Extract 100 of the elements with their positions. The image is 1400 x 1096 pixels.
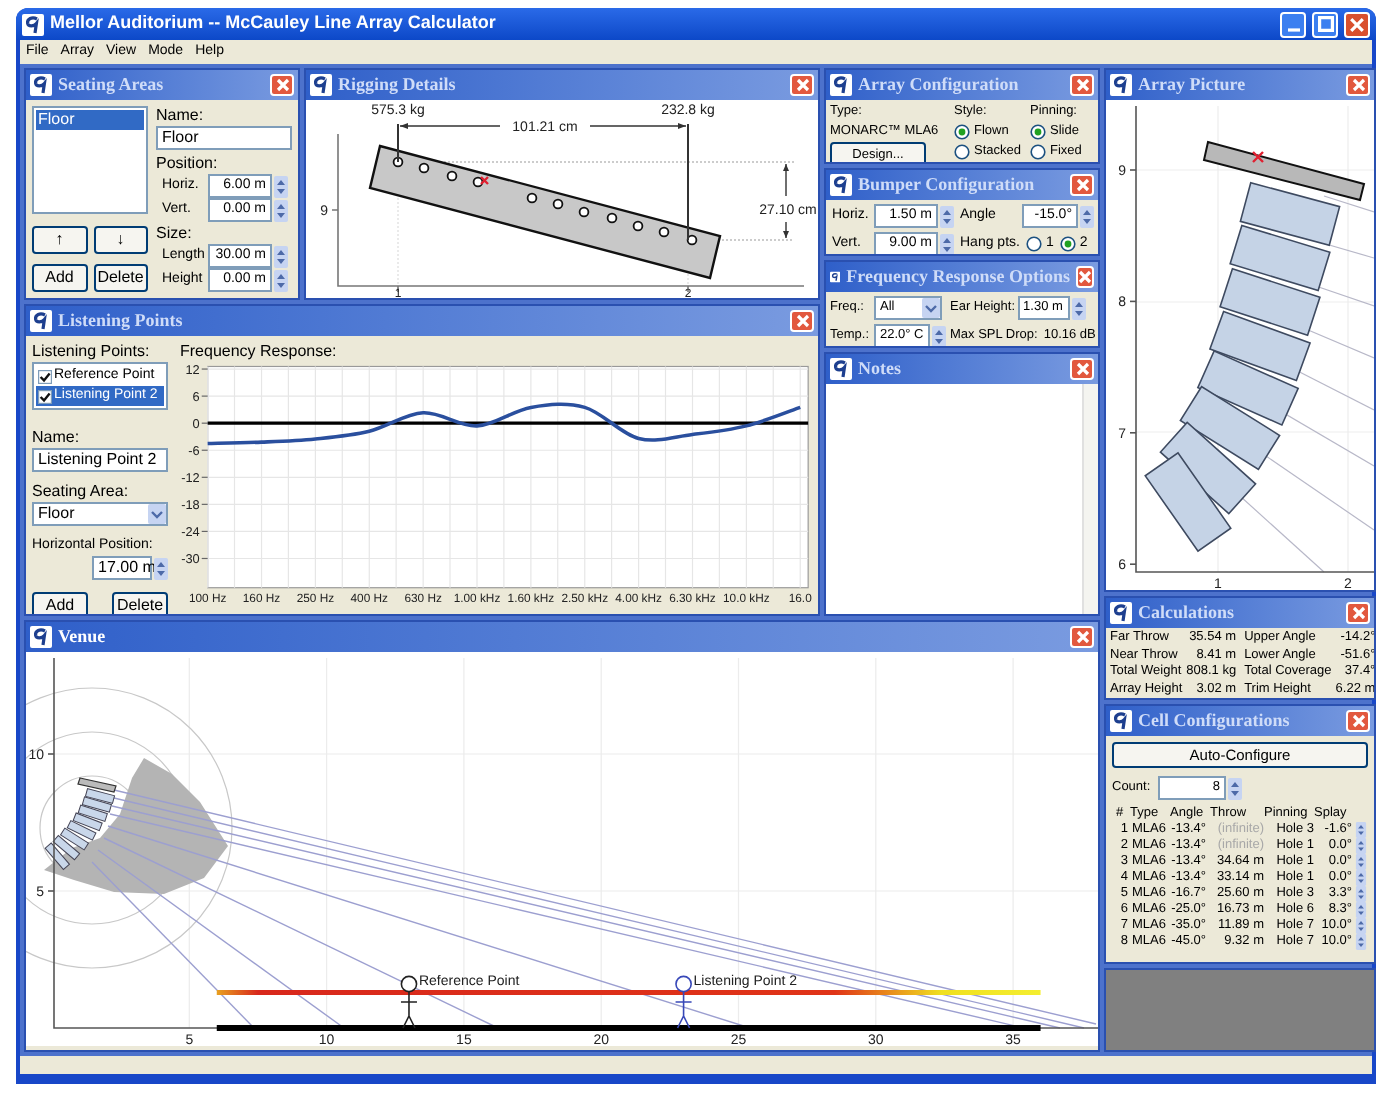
close-button[interactable] bbox=[790, 310, 814, 332]
spinner-icon[interactable] bbox=[1080, 205, 1094, 227]
panel-title: Array Configuration bbox=[858, 71, 1021, 98]
panel-title: Seating Areas bbox=[58, 71, 166, 98]
scrollbar[interactable] bbox=[1082, 384, 1098, 614]
close-button[interactable] bbox=[1344, 11, 1370, 37]
app-logo-icon bbox=[830, 174, 852, 196]
close-button[interactable] bbox=[1076, 266, 1094, 288]
spinner-icon[interactable] bbox=[1228, 777, 1242, 799]
delete-button[interactable]: Delete bbox=[93, 264, 148, 292]
radio-icon[interactable] bbox=[1059, 236, 1076, 252]
panel-title: Calculations bbox=[1138, 599, 1237, 626]
checkbox[interactable] bbox=[38, 369, 52, 383]
panel-title: Listening Points bbox=[58, 307, 185, 334]
close-icon bbox=[1351, 606, 1365, 620]
add-button[interactable]: Add bbox=[32, 264, 87, 292]
field-label: Name: bbox=[32, 428, 82, 448]
radio-icon[interactable] bbox=[954, 144, 970, 160]
field-label: Listening Points: bbox=[32, 342, 152, 362]
caret-icon bbox=[148, 504, 166, 524]
close-button[interactable] bbox=[1070, 74, 1094, 96]
close-icon bbox=[1078, 270, 1092, 284]
spinner-icon[interactable] bbox=[274, 175, 288, 197]
caret-icon bbox=[922, 298, 940, 318]
spinner-icon[interactable] bbox=[1354, 822, 1368, 838]
app-logo-icon bbox=[22, 13, 44, 35]
app-logo-icon bbox=[1110, 602, 1132, 624]
radio-icon[interactable] bbox=[1030, 124, 1046, 140]
close-button[interactable] bbox=[1070, 626, 1094, 648]
radio-icon[interactable] bbox=[1025, 236, 1042, 252]
app-logo-icon bbox=[310, 74, 332, 96]
section-label: Position: bbox=[156, 154, 220, 174]
spinner-icon[interactable] bbox=[154, 557, 168, 579]
spinner-icon[interactable] bbox=[940, 233, 954, 254]
close-button[interactable] bbox=[1346, 602, 1370, 624]
app-logo-icon bbox=[830, 74, 852, 96]
close-icon bbox=[1075, 362, 1089, 376]
listener-figure[interactable] bbox=[400, 975, 418, 1029]
field-label: Seating Area: bbox=[32, 482, 131, 502]
spinner-icon[interactable] bbox=[274, 269, 288, 291]
spinner-icon[interactable] bbox=[1354, 934, 1368, 950]
spinner-icon[interactable] bbox=[1354, 902, 1368, 918]
app-logo-icon bbox=[830, 266, 841, 288]
close-icon bbox=[1351, 714, 1365, 728]
app-logo-icon bbox=[30, 310, 52, 332]
close-button[interactable] bbox=[1070, 358, 1094, 380]
panel-title: Rigging Details bbox=[338, 71, 458, 98]
app-logo-icon bbox=[1110, 710, 1132, 732]
chart-label: Frequency Response: bbox=[180, 342, 339, 362]
add-button[interactable]: Add bbox=[32, 592, 88, 614]
close-icon bbox=[795, 314, 809, 328]
up-arrow-button[interactable]: ↑ bbox=[32, 226, 87, 254]
down-arrow-button[interactable]: ↓ bbox=[93, 226, 148, 254]
spinner-icon[interactable] bbox=[1354, 870, 1368, 886]
close-button[interactable] bbox=[1070, 174, 1094, 196]
spinner-icon[interactable] bbox=[274, 245, 288, 267]
speaker-array-drawing bbox=[44, 777, 117, 870]
panel-title: Frequency Response Options bbox=[846, 263, 1070, 290]
spinner-icon[interactable] bbox=[274, 199, 288, 221]
close-icon bbox=[1075, 630, 1089, 644]
panel-title: Venue bbox=[58, 623, 108, 650]
radio-icon[interactable] bbox=[1030, 144, 1046, 160]
minimize-button[interactable] bbox=[1280, 11, 1306, 37]
close-button[interactable] bbox=[1346, 710, 1370, 732]
app-logo-icon bbox=[1110, 74, 1132, 96]
spinner-icon[interactable] bbox=[932, 325, 946, 346]
close-icon bbox=[1075, 78, 1089, 92]
maximize-icon bbox=[1317, 16, 1333, 32]
close-icon bbox=[1351, 78, 1365, 92]
panel-title: Array Picture bbox=[1138, 71, 1248, 98]
close-button[interactable] bbox=[790, 74, 814, 96]
delete-button[interactable]: Delete bbox=[112, 592, 168, 614]
close-icon bbox=[1075, 178, 1089, 192]
spinner-icon[interactable] bbox=[1354, 886, 1368, 902]
input-field[interactable]: Listening Point 2 bbox=[32, 448, 168, 472]
input-field[interactable]: Floor bbox=[156, 126, 292, 150]
app-logo-icon bbox=[30, 626, 52, 648]
app-logo-icon bbox=[830, 358, 852, 380]
panel-title: Notes bbox=[858, 355, 903, 382]
panel-title: Cell Configurations bbox=[1138, 707, 1292, 734]
close-icon bbox=[1350, 17, 1364, 31]
dropdown[interactable]: Floor bbox=[32, 502, 168, 526]
window-title: Mellor Auditorium -- McCauley Line Array Calculator bbox=[50, 10, 498, 37]
spinner-icon[interactable] bbox=[1354, 838, 1368, 854]
listener-figure[interactable] bbox=[674, 975, 693, 1029]
checkbox[interactable] bbox=[38, 389, 52, 403]
maximize-button[interactable] bbox=[1312, 11, 1338, 37]
field-label: Name: bbox=[156, 106, 206, 126]
section-label: Size: bbox=[156, 224, 194, 244]
close-button[interactable] bbox=[270, 74, 294, 96]
list-item[interactable]: Floor bbox=[36, 110, 144, 130]
radio-icon[interactable] bbox=[954, 124, 970, 140]
spinner-icon[interactable] bbox=[940, 205, 954, 227]
close-icon bbox=[795, 78, 809, 92]
close-icon bbox=[275, 78, 289, 92]
spinner-icon[interactable] bbox=[1354, 918, 1368, 934]
close-button[interactable] bbox=[1346, 74, 1370, 96]
panel-title: Bumper Configuration bbox=[858, 171, 1037, 198]
spinner-icon[interactable] bbox=[1354, 854, 1368, 870]
spinner-icon[interactable] bbox=[1071, 297, 1086, 319]
